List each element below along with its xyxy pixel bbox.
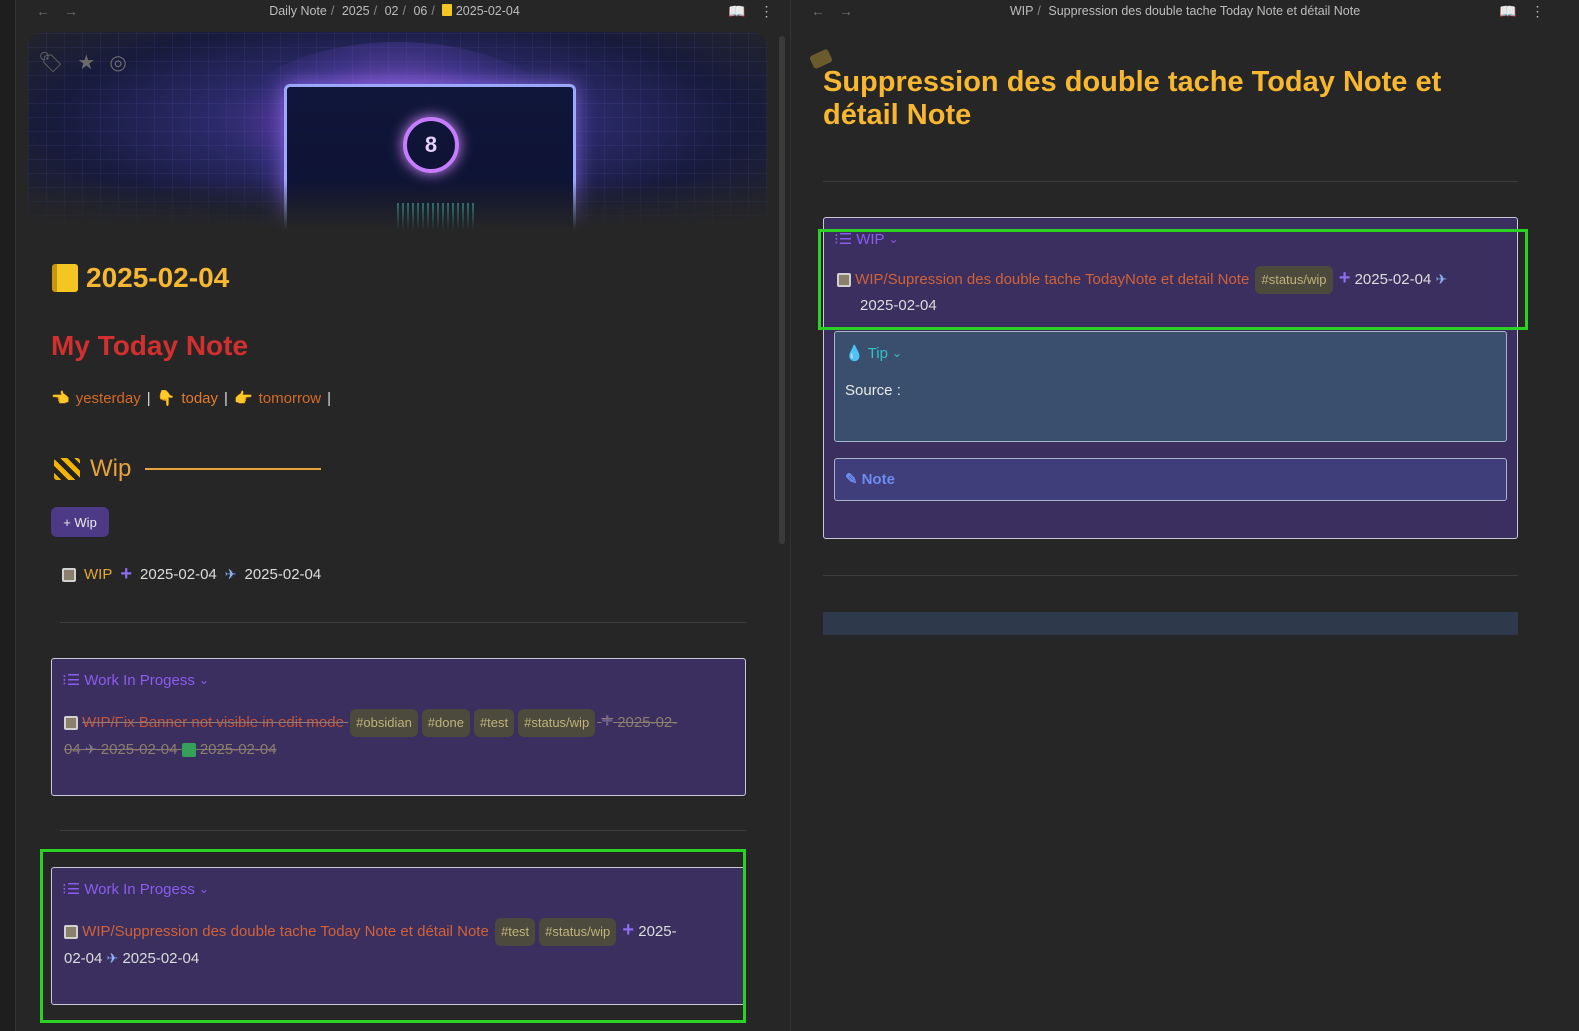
tag[interactable]: #test — [473, 709, 515, 737]
divider — [823, 181, 1518, 182]
chevron-down-icon[interactable]: ⌄ — [892, 346, 902, 360]
right-pane: ← → WIP / Suppression des double tache To… — [790, 0, 1579, 1031]
task-item: WIP + 2025-02-04 ✈ 2025-02-04 — [62, 563, 321, 586]
breadcrumb-item[interactable]: 02 — [385, 4, 399, 18]
right-actions: 📖 ⋮ — [1499, 3, 1544, 20]
add-wip-button[interactable]: + Wip — [51, 507, 109, 537]
breadcrumb-item[interactable]: WIP — [1010, 4, 1034, 18]
breadcrumb: Daily Note/ 2025/ 02/ 06/ 2025-02-04 — [269, 4, 520, 18]
breadcrumb-item[interactable]: 2025-02-04 — [456, 4, 520, 18]
reading-view-icon[interactable]: 📖 — [728, 3, 745, 20]
task-link[interactable]: WIP/Fix Banner not visible in edit mode — [82, 714, 344, 731]
date-heading-text: 2025-02-04 — [86, 262, 230, 293]
banner-image: 8 🏷 ★ ◎ — [28, 32, 767, 230]
task-item: WIP/Fix Banner not visible in edit mode … — [64, 709, 678, 758]
divider — [60, 622, 746, 623]
wip-heading: Wip — [54, 455, 322, 483]
breadcrumb-item[interactable]: Daily Note — [269, 4, 327, 18]
task-checkbox[interactable] — [64, 716, 78, 731]
flame-icon: 💧 — [845, 345, 864, 362]
page-title: Suppression des double tache Today Note … — [823, 66, 1442, 131]
task-link[interactable]: WIP — [84, 566, 112, 583]
app-window: ← → Daily Note/ 2025/ 02/ 06/ 2025-02-04… — [0, 0, 1579, 1031]
scheduled-date: 2025-02-04 — [244, 566, 322, 583]
left-scrollbar[interactable] — [779, 36, 785, 544]
breadcrumb: WIP / Suppression des double tache Today … — [1009, 4, 1361, 18]
done-date: 2025-02-04 — [199, 741, 277, 758]
scheduled-date: 2025-02-04 — [100, 741, 178, 758]
breadcrumb-item[interactable]: 2025 — [342, 4, 370, 18]
left-actions: 📖 ⋮ — [728, 3, 773, 20]
more-options-icon[interactable]: ⋮ — [1530, 3, 1544, 20]
yesterday-link[interactable]: yesterday — [76, 390, 141, 407]
highlight-box — [40, 849, 746, 1023]
tip-callout: 💧 Tip ⌄ Source : — [834, 331, 1507, 442]
tag[interactable]: #done — [421, 709, 470, 737]
note-callout: ✎ Note — [834, 458, 1507, 501]
callout-title[interactable]: 💧 Tip ⌄ — [845, 344, 902, 363]
scheduled-icon: ✈ — [224, 566, 237, 582]
tag[interactable]: #obsidian — [350, 709, 418, 737]
reading-view-icon[interactable]: 📖 — [1499, 3, 1516, 20]
today-link[interactable]: today — [181, 390, 218, 407]
tomorrow-link[interactable]: tomorrow — [259, 390, 322, 407]
point-left-icon: 👈 — [51, 390, 70, 407]
more-options-icon[interactable]: ⋮ — [759, 3, 773, 20]
wip-heading-text: Wip — [90, 455, 132, 482]
tag[interactable]: #status/wip — [518, 709, 596, 737]
list-icon: ⁝☰ — [62, 672, 81, 689]
star-icon[interactable]: ★ — [77, 50, 95, 75]
created-date: 2025-02-04 — [140, 566, 217, 583]
task-checkbox[interactable] — [62, 567, 76, 582]
work-in-progress-callout: ⁝☰ Work In Progess ⌄ WIP/Fix Banner not … — [51, 658, 746, 796]
left-pane: ← → Daily Note/ 2025/ 02/ 06/ 2025-02-04… — [0, 0, 789, 1031]
done-check-icon — [181, 743, 196, 758]
created-date: 2025-02- — [617, 714, 678, 731]
construction-icon — [54, 458, 80, 480]
banner-logo: 8 — [403, 117, 459, 173]
pencil-icon: ✎ — [845, 471, 858, 488]
tip-body: Source : — [845, 382, 901, 399]
heading-rule — [145, 468, 322, 470]
target-icon[interactable]: ◎ — [109, 50, 126, 75]
banner-icons: 🏷 ★ ◎ — [38, 50, 127, 75]
created-icon: + — [120, 563, 133, 585]
notebook-icon — [442, 4, 453, 16]
today-title: My Today Note — [51, 330, 249, 361]
breadcrumb-item[interactable]: Suppression des double tache Today Note … — [1048, 4, 1360, 18]
notebook-icon — [52, 264, 78, 292]
day-navigation: 👈 yesterday | 👇 today | 👉 tomorrow | — [51, 389, 332, 408]
date-heading: 2025-02-04 — [52, 262, 229, 294]
right-titlebar: ← → WIP / Suppression des double tache To… — [791, 0, 1579, 24]
point-right-icon: 👉 — [233, 390, 253, 407]
left-ribbon — [0, 0, 16, 1031]
callout-title[interactable]: ✎ Note — [845, 470, 895, 489]
tag-icon[interactable]: 🏷 — [38, 50, 63, 75]
scheduled-icon: ✈ — [84, 741, 97, 757]
callout-title[interactable]: ⁝☰ Work In Progess ⌄ — [62, 671, 209, 690]
point-down-icon: 👇 — [156, 390, 176, 407]
chevron-down-icon[interactable]: ⌄ — [199, 673, 209, 687]
created-icon: + — [601, 710, 614, 732]
left-titlebar: ← → Daily Note/ 2025/ 02/ 06/ 2025-02-04… — [0, 0, 789, 24]
breadcrumb-item[interactable]: 06 — [413, 4, 427, 18]
empty-block — [823, 612, 1518, 635]
highlight-box — [818, 229, 1528, 330]
divider — [823, 575, 1518, 576]
divider — [60, 830, 746, 831]
